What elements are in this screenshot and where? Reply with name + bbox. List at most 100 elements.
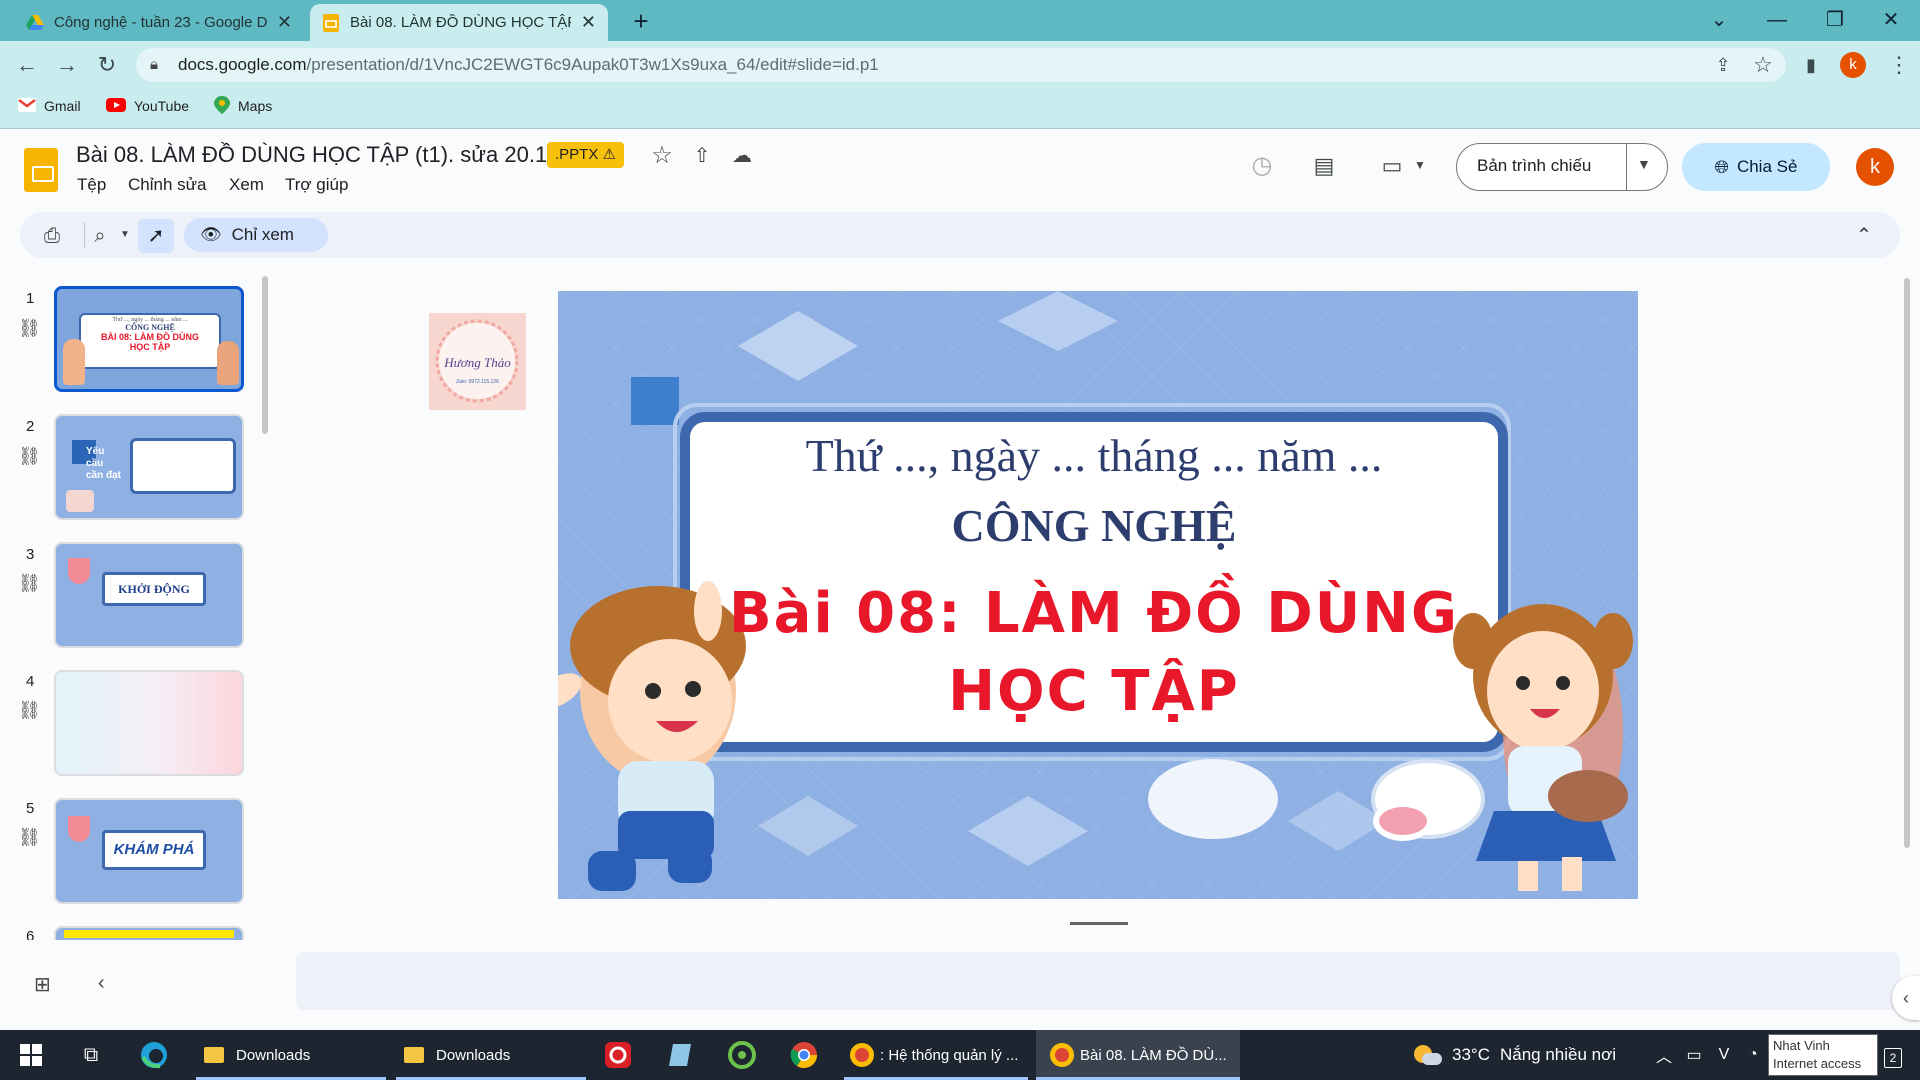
edge-icon[interactable] — [136, 1030, 172, 1080]
taskbar-chrome-window-1[interactable]: : Hệ thống quản lý ... — [844, 1030, 1028, 1080]
thumb-text: HỌC TẬP — [129, 342, 171, 352]
share-page-icon[interactable]: ⇪ — [1708, 50, 1738, 80]
grid-view-icon[interactable]: ⊞ — [34, 972, 51, 997]
view-only-chip[interactable]: 👁︎ Chỉ xem — [184, 218, 328, 252]
url-text[interactable]: docs.google.com/presentation/d/1VncJC2EW… — [178, 54, 879, 76]
link-icon: ⛓︎ — [18, 573, 41, 593]
url-host: docs.google.com — [178, 55, 307, 74]
notes-app-icon[interactable] — [662, 1030, 698, 1080]
menu-view[interactable]: Xem — [229, 175, 264, 195]
select-cursor-icon[interactable]: ➚ — [138, 219, 174, 253]
speaker-notes-panel[interactable] — [296, 952, 1900, 1010]
bookmark-maps[interactable]: Maps — [214, 95, 272, 117]
thumb-line: cần đạt — [86, 470, 122, 481]
share-button[interactable]: 🌐︎ Chia Sẻ — [1682, 143, 1830, 191]
meet-camera-icon[interactable]: ▭ — [1376, 150, 1408, 182]
chrome-icon[interactable] — [786, 1030, 822, 1080]
taskbar-downloads-1[interactable]: Downloads — [196, 1030, 386, 1080]
close-icon[interactable]: ✕ — [277, 12, 292, 33]
account-avatar[interactable]: k — [1856, 148, 1894, 186]
move-folder-icon[interactable]: ⇧ — [686, 140, 718, 172]
bookmark-label: Maps — [238, 98, 273, 114]
notification-badge[interactable]: 2 — [1884, 1048, 1902, 1068]
slide-lesson-line2: HỌC TẬP — [948, 659, 1240, 724]
globe-icon: 🌐︎ — [1714, 156, 1729, 177]
task-view-icon[interactable]: ⧉ — [76, 1030, 106, 1080]
star-icon[interactable]: ☆ — [646, 140, 678, 172]
slide-thumbnail-6[interactable] — [54, 926, 244, 940]
comments-icon[interactable]: ▤ — [1308, 150, 1340, 182]
folder-icon — [204, 1047, 224, 1063]
tray-chevron-up-icon[interactable]: ︿ — [1654, 1030, 1674, 1080]
close-icon[interactable]: ✕ — [581, 12, 596, 33]
slide-thumbnail-4[interactable] — [54, 670, 244, 776]
taskbar-chrome-window-2[interactable]: Bài 08. LÀM ĐỒ DÙ... — [1036, 1030, 1240, 1080]
thumb-card: Thứ ..., ngày ... tháng ... năm ... CÔNG… — [79, 313, 221, 369]
slide-thumbnail-5[interactable]: KHÁM PHÁ — [54, 798, 244, 904]
taskbar-label: Bài 08. LÀM ĐỒ DÙ... — [1080, 1046, 1227, 1064]
bookmark-star-icon[interactable]: ☆ — [1748, 50, 1778, 80]
reload-icon[interactable]: ↻ — [92, 50, 122, 80]
new-tab-button[interactable]: + — [626, 6, 656, 36]
eye-icon: 👁︎ — [200, 225, 222, 244]
tab-title: Công nghệ - tuần 23 - Google Dr — [54, 14, 267, 31]
print-icon[interactable]: ⎙ — [38, 222, 66, 250]
collapse-toolbar-chevron-icon[interactable]: ⌃ — [1850, 222, 1878, 250]
more-menu-icon[interactable]: ⋮ — [1884, 50, 1914, 80]
thumb-text: BÀI 08: LÀM ĐỒ DÙNG — [100, 332, 199, 342]
browser-tab-drive[interactable]: Công nghệ - tuần 23 - Google Dr ✕ — [14, 4, 304, 41]
zoom-icon[interactable]: ⌕ — [86, 222, 114, 250]
browser-tab-slides[interactable]: Bài 08. LÀM ĐỒ DÙNG HỌC TẬP ✕ — [310, 4, 608, 41]
slide-number: 1 — [26, 290, 35, 307]
slides-logo-icon[interactable] — [24, 148, 58, 192]
menu-edit[interactable]: Chỉnh sửa — [128, 175, 206, 195]
slide-thumbnail-2[interactable]: Yêu cầu cần đạt — [54, 414, 244, 520]
slide-number: 3 — [26, 546, 35, 563]
lock-icon[interactable]: 🔒︎ — [150, 56, 158, 73]
windows-start-icon[interactable] — [16, 1030, 46, 1080]
thumb-line: cầu — [86, 458, 104, 469]
link-icon: ⛓︎ — [18, 827, 41, 847]
bookmark-youtube[interactable]: YouTube — [106, 95, 189, 117]
canvas-scrollbar[interactable] — [1904, 278, 1910, 848]
creative-cloud-icon[interactable] — [600, 1030, 636, 1080]
menu-file[interactable]: Tệp — [77, 175, 106, 195]
slide-canvas[interactable]: Thứ ..., ngày ... tháng ... năm ... CÔNG… — [558, 291, 1638, 899]
present-options-chevron-icon[interactable]: ▼ — [1637, 156, 1651, 172]
link-icon: ⛓︎ — [18, 446, 41, 466]
version-history-icon[interactable]: ◷ — [1246, 150, 1278, 182]
weather-widget[interactable]: 33°C Nắng nhiều nơi — [1414, 1030, 1654, 1080]
vpn-icon[interactable]: V — [1712, 1030, 1736, 1080]
collapse-filmstrip-chevron-icon[interactable]: ‹ — [98, 972, 105, 995]
zoom-chevron-icon[interactable]: ▼ — [120, 229, 130, 240]
minimize-button[interactable]: — — [1748, 0, 1806, 41]
taskbar-downloads-2[interactable]: Downloads — [396, 1030, 586, 1080]
filmstrip-scrollbar[interactable] — [262, 276, 268, 434]
cloud-status-icon[interactable]: ☁ — [726, 140, 758, 172]
wifi-icon[interactable]: ◔ — [1742, 1030, 1764, 1080]
side-panel-icon[interactable]: ▮ — [1796, 50, 1826, 80]
bookmarks-bar — [0, 89, 1920, 129]
notes-resize-handle[interactable] — [1070, 922, 1128, 925]
back-arrow-icon[interactable]: ← — [12, 50, 42, 80]
profile-avatar[interactable]: k — [1840, 52, 1866, 78]
battery-icon[interactable]: ▭ — [1682, 1030, 1706, 1080]
toolbar-divider — [84, 222, 85, 248]
document-title[interactable]: Bài 08. LÀM ĐỒ DÙNG HỌC TẬP (t1). sửa 20… — [76, 142, 547, 168]
slide-number: 4 — [26, 673, 35, 690]
forward-arrow-icon[interactable]: → — [52, 50, 82, 80]
close-window-button[interactable]: ✕ — [1862, 0, 1920, 41]
thumb-text: Yêu cầu cần đạt — [86, 446, 121, 482]
tab-search-icon[interactable]: ⌄ — [1690, 0, 1748, 41]
slide-thumbnail-1[interactable]: Thứ ..., ngày ... tháng ... năm ... CÔNG… — [54, 286, 244, 392]
pptx-badge[interactable]: .PPTX ⚠ — [547, 142, 624, 168]
chevron-down-icon[interactable]: ▼ — [1414, 158, 1426, 172]
watermark-stamp: Hương Thảo Zalo: 0972.115.126 — [429, 313, 526, 410]
bookmark-gmail[interactable]: Gmail — [18, 95, 81, 117]
thumb-text: CÔNG NGHỆ — [125, 323, 175, 332]
menu-help[interactable]: Trợ giúp — [285, 175, 348, 195]
network-tooltip: Nhat Vinh Internet access — [1768, 1034, 1878, 1076]
slide-thumbnail-3[interactable]: KHỞI ĐỘNG — [54, 542, 244, 648]
restore-button[interactable]: ❐ — [1806, 0, 1864, 41]
coccoc-icon[interactable] — [724, 1030, 760, 1080]
